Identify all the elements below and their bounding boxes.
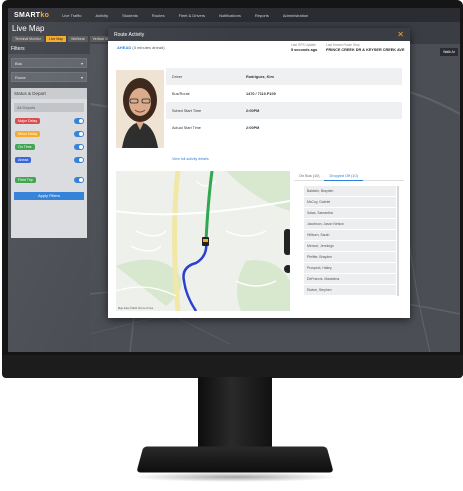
info-key: Actual Start Time bbox=[172, 125, 201, 130]
route-status-detail: (3 minutes ahead) bbox=[132, 45, 165, 50]
list-item[interactable]: DeFrancis, Madalena bbox=[304, 274, 396, 284]
route-map-graphic bbox=[116, 171, 290, 311]
nav-activity[interactable]: Activity bbox=[88, 13, 115, 18]
list-item[interactable]: Salas, Samantha bbox=[304, 208, 396, 218]
last-stop-value: PRINCE CREEK DR & KEYSER CREEK AVE bbox=[326, 48, 405, 52]
list-item[interactable]: Elwine, Stephen bbox=[304, 285, 396, 295]
info-value: 1470 / 7110.P109 bbox=[246, 91, 276, 96]
status-row-ahead: Ahead bbox=[15, 156, 84, 164]
route-info-table: Driver Rodriguez, Kim Bus/Route 1470 / 7… bbox=[166, 68, 402, 136]
list-item[interactable]: McCoy, Gabriel bbox=[304, 197, 396, 207]
ahead-toggle[interactable] bbox=[74, 157, 84, 163]
status-row-major-delay: Major Delay bbox=[15, 117, 84, 125]
info-row-bus-route: Bus/Route 1470 / 7110.P109 bbox=[166, 85, 402, 102]
status-filter-panel: Status & Depart All Depots Major Delay M… bbox=[11, 88, 87, 238]
walk-area-button[interactable]: Walk Ar bbox=[440, 48, 458, 56]
info-row-sched-start: Sched Start Time 2:00PM bbox=[166, 102, 402, 119]
driver-photo bbox=[116, 70, 164, 148]
nav-students[interactable]: Students bbox=[115, 13, 145, 18]
info-key: Driver bbox=[172, 74, 183, 79]
modal-title: Route Activity bbox=[114, 31, 145, 38]
route-status: AHEAD (3 minutes ahead) bbox=[117, 45, 165, 50]
monitor-screen: SMARTko Live Traffic Activity Students R… bbox=[8, 8, 460, 352]
last-stop-block: Last Known Route Stop PRINCE CREEK DR & … bbox=[326, 43, 404, 52]
status-badge: Field Trip bbox=[15, 177, 36, 183]
info-value: 2:00PM bbox=[246, 125, 260, 130]
info-key: Sched Start Time bbox=[172, 108, 202, 113]
major-delay-toggle[interactable] bbox=[74, 118, 84, 124]
students-panel: On Bus (10) Dropped Off (10) Baldwin, Br… bbox=[294, 171, 404, 311]
route-select[interactable]: Route ▾ bbox=[11, 72, 87, 82]
map-attribution: Map data ©2021 Terms of Use bbox=[118, 307, 154, 310]
info-row-actual-start: Actual Start Time 2:00PM bbox=[166, 119, 402, 136]
chevron-down-icon: ▾ bbox=[80, 74, 83, 80]
route-map[interactable]: Map data ©2021 Terms of Use bbox=[116, 171, 290, 311]
monitor-stand-base bbox=[136, 446, 334, 473]
info-value: 2:00PM bbox=[246, 108, 260, 113]
route-activity-modal: Route Activity ✕ AHEAD (3 minutes ahead)… bbox=[108, 28, 410, 318]
modal-header: Route Activity ✕ bbox=[108, 28, 410, 41]
students-list: Baldwin, Brayden McCoy, Gabriel Salas, S… bbox=[304, 186, 396, 296]
driver-portrait bbox=[116, 70, 164, 148]
students-tabs: On Bus (10) Dropped Off (10) bbox=[294, 171, 404, 181]
tab-terminal-monitor[interactable]: Terminal Monitor bbox=[12, 36, 44, 42]
status-badge: Major Delay bbox=[15, 118, 41, 124]
info-key: Bus/Route bbox=[172, 91, 190, 96]
full-activity-details-link[interactable]: View full activity details bbox=[172, 157, 209, 161]
minor-delay-toggle[interactable] bbox=[74, 131, 84, 137]
status-row-on-time: On Time bbox=[15, 143, 84, 151]
monitor-chin bbox=[2, 355, 463, 378]
tab-wellbeat[interactable]: Wellbeat bbox=[68, 36, 88, 42]
nav-routes[interactable]: Routes bbox=[145, 13, 172, 18]
page-title: Live Map bbox=[12, 24, 45, 33]
route-select-value: Route bbox=[15, 74, 26, 80]
students-scrollbar[interactable] bbox=[397, 186, 399, 296]
nav-administration[interactable]: Administration bbox=[276, 13, 315, 18]
info-row-driver: Driver Rodriguez, Kim bbox=[166, 68, 402, 85]
status-row-field-trip: Field Trip bbox=[15, 176, 84, 184]
status-badge: On Time bbox=[15, 144, 35, 150]
gps-update-block: Last GPS Update 5 seconds ago bbox=[291, 43, 317, 52]
list-item[interactable]: Baldwin, Brayden bbox=[304, 186, 396, 196]
gps-update-value: 5 seconds ago bbox=[291, 48, 318, 52]
list-item[interactable]: Hillburn, Sarah bbox=[304, 230, 396, 240]
map-view-tabs: Terminal Monitor Live Map Wellbeat Verti… bbox=[12, 36, 120, 42]
top-navigation: SMARTko Live Traffic Activity Students R… bbox=[8, 8, 460, 22]
status-badge: Minor Delay bbox=[15, 131, 41, 137]
status-badge: Ahead bbox=[15, 157, 32, 163]
list-item[interactable]: Mercuri, Jennings bbox=[304, 241, 396, 251]
bus-select[interactable]: Bus ▾ bbox=[11, 58, 87, 68]
field-trip-toggle[interactable] bbox=[74, 177, 84, 183]
tab-dropped-off[interactable]: Dropped Off (10) bbox=[324, 171, 363, 181]
nav-fleet-drivers[interactable]: Fleet & Drivers bbox=[172, 13, 212, 18]
close-icon[interactable]: ✕ bbox=[397, 30, 404, 39]
tab-on-bus[interactable]: On Bus (10) bbox=[294, 174, 324, 178]
filters-heading: Filters bbox=[8, 44, 90, 54]
gps-update-label: Last GPS Update bbox=[291, 43, 316, 47]
tab-live-map[interactable]: Live Map bbox=[45, 36, 67, 42]
chevron-down-icon: ▾ bbox=[80, 60, 83, 66]
status-row-minor-delay: Minor Delay bbox=[15, 130, 84, 138]
monitor-stand-neck bbox=[198, 377, 272, 447]
apply-filters-button[interactable]: Apply Filters bbox=[14, 192, 84, 200]
app-logo[interactable]: SMARTko bbox=[8, 12, 55, 19]
stand-shadow bbox=[130, 472, 340, 482]
nav-notifications[interactable]: Notifications bbox=[212, 13, 248, 18]
info-value: Rodriguez, Kim bbox=[246, 74, 274, 79]
status-panel-title: Status & Depart bbox=[11, 88, 87, 99]
monitor-photo: SMARTko Live Traffic Activity Students R… bbox=[0, 0, 463, 491]
depot-filter-input[interactable]: All Depots bbox=[14, 103, 84, 112]
last-stop-label: Last Known Route Stop bbox=[326, 43, 360, 47]
route-status-word: AHEAD bbox=[117, 45, 132, 50]
filters-sidebar: Filters Bus ▾ Route ▾ Status & Depart Al… bbox=[8, 44, 90, 352]
bus-select-value: Bus bbox=[15, 60, 22, 66]
nav-live-traffic[interactable]: Live Traffic bbox=[55, 13, 88, 18]
list-item[interactable]: Prospect, Hailey bbox=[304, 263, 396, 273]
list-item[interactable]: Jacobson, Jason Nelson bbox=[304, 219, 396, 229]
list-item[interactable]: Pfeiffer, Brayden bbox=[304, 252, 396, 262]
nav-reports[interactable]: Reports bbox=[248, 13, 276, 18]
on-time-toggle[interactable] bbox=[74, 144, 84, 150]
